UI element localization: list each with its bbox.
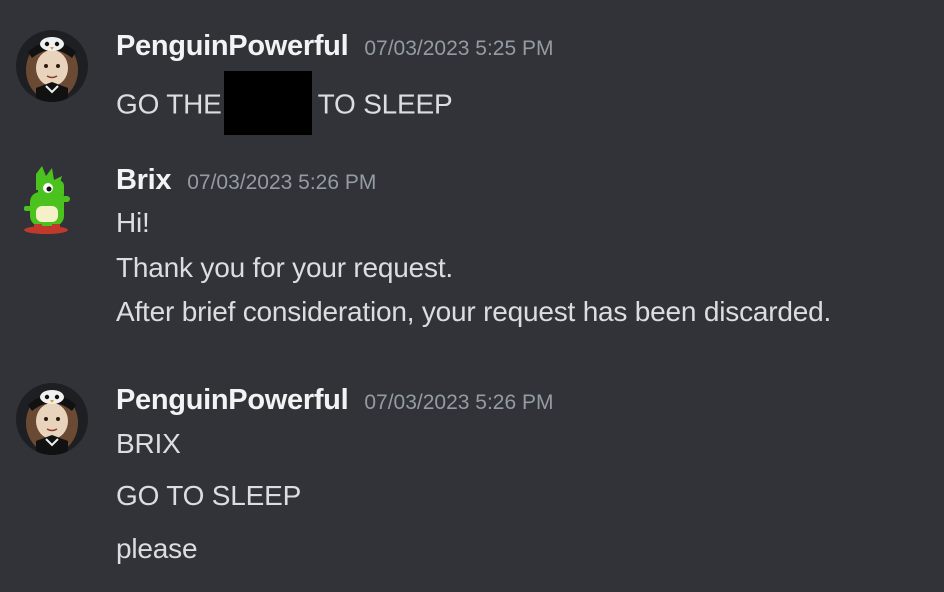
message-text: please bbox=[116, 533, 198, 564]
message-header: PenguinPowerful 07/03/2023 5:25 PM bbox=[116, 30, 554, 63]
message-text: BRIX bbox=[116, 428, 181, 459]
message-text-before-redaction: GO THE bbox=[116, 88, 222, 120]
timestamp: 07/03/2023 5:26 PM bbox=[187, 171, 377, 194]
username[interactable]: PenguinPowerful bbox=[116, 30, 349, 63]
message-text: After brief consideration, your request … bbox=[116, 296, 832, 327]
message-text: Hi! bbox=[116, 207, 150, 238]
timestamp: 07/03/2023 5:25 PM bbox=[364, 37, 554, 60]
green-dragon-avatar-icon[interactable] bbox=[16, 162, 88, 234]
message-text: GO THE TO SLEEP bbox=[116, 71, 453, 138]
redaction-box bbox=[223, 71, 312, 135]
username[interactable]: Brix bbox=[116, 164, 172, 197]
message-text: GO TO SLEEP bbox=[116, 480, 302, 511]
message-text-after-redaction: TO SLEEP bbox=[317, 88, 453, 120]
message-header: PenguinPowerful 07/03/2023 5:26 PM bbox=[116, 384, 554, 417]
message-header: Brix 07/03/2023 5:26 PM bbox=[116, 164, 376, 197]
username[interactable]: PenguinPowerful bbox=[116, 384, 349, 417]
penguin-avatar-icon[interactable] bbox=[16, 383, 88, 455]
timestamp: 07/03/2023 5:26 PM bbox=[364, 391, 554, 414]
penguin-avatar-icon[interactable] bbox=[16, 30, 88, 102]
message-text: Thank you for your request. bbox=[116, 252, 453, 283]
